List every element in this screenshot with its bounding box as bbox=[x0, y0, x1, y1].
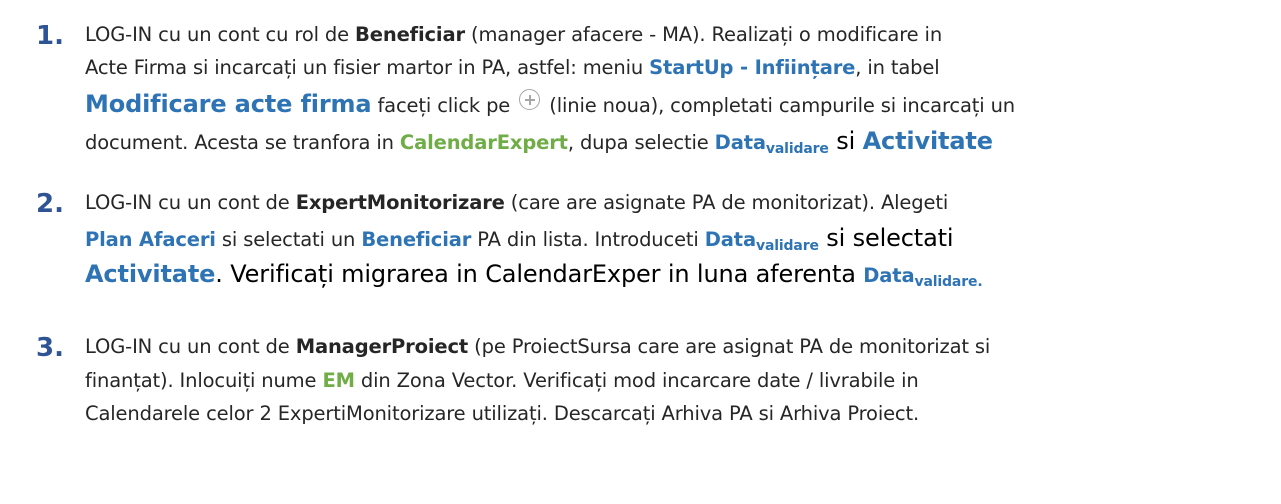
step-1-line-2: Acte Firma si incarcați un fisier martor… bbox=[85, 56, 940, 79]
role-beneficiar: Beneficiar bbox=[355, 23, 465, 46]
instructions-document: 1. LOG-IN cu un cont cu rol de Beneficia… bbox=[0, 0, 1281, 504]
plus-circle-icon bbox=[519, 89, 541, 110]
step-2-line-3: Activitate. Verificați migrarea in Calen… bbox=[85, 260, 983, 290]
step-3-line-2: finanțat). Inlocuiți nume EM din Zona Ve… bbox=[85, 369, 919, 392]
table-modificare-acte-firma: Modificare acte firma bbox=[85, 90, 372, 118]
step-3-line-3: Calendarele celor 2 ExpertiMonitorizare … bbox=[85, 402, 920, 425]
step-number: 2. bbox=[36, 189, 64, 219]
step-2-line-2: Plan Afaceri si selectati un Beneficiar … bbox=[85, 224, 954, 254]
menu-startup-infiintare: StartUp - Inființare bbox=[649, 56, 856, 79]
activitate-label: Activitate bbox=[85, 260, 216, 288]
step-3-line-1: LOG-IN cu un cont de ManagerProiect (pe … bbox=[85, 335, 991, 358]
step-2-line-1: LOG-IN cu un cont de ExpertMonitorizare … bbox=[85, 191, 949, 214]
step-1-line-3: Modificare acte firma faceți click pe (l… bbox=[85, 89, 1015, 118]
calendar-expert-label: CalendarExpert bbox=[399, 131, 568, 154]
step-number: 1. bbox=[36, 21, 64, 51]
em-label: EM bbox=[322, 369, 355, 392]
step-number: 3. bbox=[36, 333, 64, 363]
role-expert-monitorizare: ExpertMonitorizare bbox=[295, 191, 505, 214]
beneficiar-label: Beneficiar bbox=[361, 228, 472, 251]
role-manager-proiect: ManagerProiect bbox=[295, 335, 469, 358]
step-1-line-4: document. Acesta se tranfora in Calendar… bbox=[85, 127, 993, 157]
step-1-line-1: LOG-IN cu un cont cu rol de Beneficiar (… bbox=[85, 23, 943, 46]
activitate-label: Activitate bbox=[862, 127, 993, 155]
plan-afaceri-label: Plan Afaceri bbox=[85, 228, 216, 251]
